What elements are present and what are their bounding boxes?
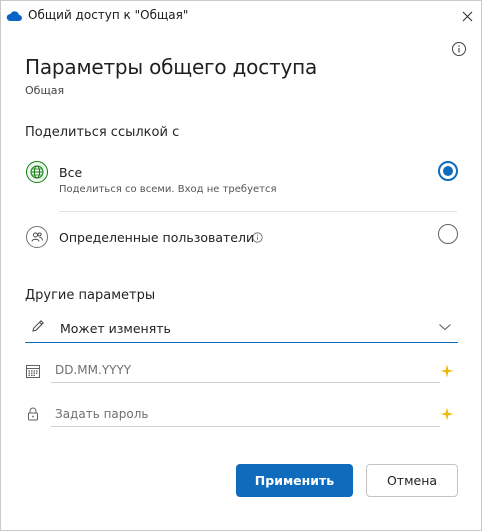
option-specific-people-label[interactable]: Определенные пользователи (59, 230, 254, 245)
apply-button[interactable]: Применить (236, 464, 353, 497)
other-settings-label: Другие параметры (25, 288, 156, 303)
globe-icon (26, 161, 48, 183)
sparkle-icon[interactable] (440, 407, 454, 421)
chevron-down-icon (439, 324, 451, 331)
permission-dropdown[interactable]: Может изменять (25, 313, 458, 343)
page-title: Параметры общего доступа (25, 55, 318, 79)
people-icon (26, 226, 48, 248)
permission-value: Может изменять (60, 321, 171, 336)
option-divider (59, 211, 457, 212)
specific-people-info-icon[interactable] (252, 232, 263, 243)
info-icon[interactable] (451, 41, 467, 57)
expiry-date-input[interactable] (51, 357, 440, 383)
option-everyone-description: Поделиться со всеми. Вход не требуется (59, 184, 277, 195)
close-button[interactable] (453, 2, 481, 30)
calendar-icon (26, 365, 40, 378)
password-input[interactable] (51, 401, 440, 427)
window-title: Общий доступ к "Общая" (28, 8, 189, 22)
share-dialog: Общий доступ к "Общая" Параметры общего … (0, 0, 482, 531)
share-link-label: Поделиться ссылкой с (25, 125, 180, 140)
close-icon (462, 11, 472, 21)
item-name: Общая (25, 84, 65, 97)
cancel-button[interactable]: Отмена (366, 464, 458, 497)
sparkle-icon[interactable] (440, 364, 454, 378)
option-specific-people-radio[interactable] (438, 224, 458, 244)
lock-icon (28, 407, 38, 421)
title-bar: Общий доступ к "Общая" (1, 1, 481, 31)
option-everyone-label[interactable]: Все (59, 165, 82, 180)
onedrive-cloud-icon (6, 11, 22, 21)
pencil-icon (32, 320, 44, 332)
option-everyone-radio[interactable] (438, 161, 458, 181)
